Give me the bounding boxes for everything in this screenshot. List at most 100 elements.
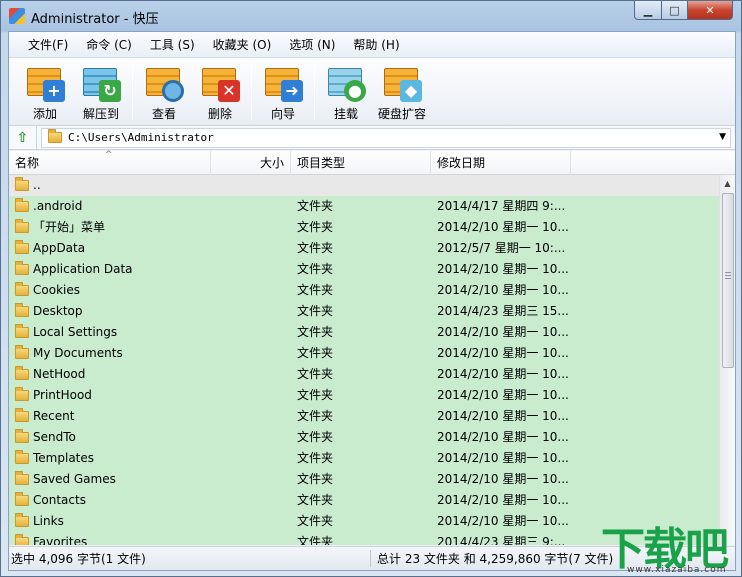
mount-icon: ● [326, 62, 366, 102]
folder-icon [15, 366, 29, 380]
arrow-right-icon: ➜ [263, 62, 303, 102]
row-type: 文件夹 [297, 451, 334, 465]
row-type: 文件夹 [297, 535, 334, 545]
folder-icon [15, 513, 29, 527]
row-date: 2012/5/7 星期一 10:... [437, 241, 566, 255]
row-type: 文件夹 [297, 262, 334, 276]
folder-icon [15, 240, 29, 254]
row-name: Contacts [33, 493, 86, 507]
row-date: 2014/2/10 星期一 10... [437, 283, 569, 297]
row-type: 文件夹 [297, 199, 334, 213]
menu-file[interactable]: 文件(F) [19, 32, 77, 58]
up-folder-button[interactable]: ⇧ [9, 125, 37, 150]
mount-label: 挂载 [333, 107, 358, 121]
mount-button[interactable]: ● 挂载 [318, 62, 374, 122]
row-size [211, 196, 291, 217]
row-name-cell: Templates [9, 448, 211, 469]
status-total: 总计 23 文件夹 和 4,259,860 字节(7 文件) [377, 552, 614, 566]
menu-favorites[interactable]: 收藏夹 (O) [204, 32, 281, 58]
minimize-button[interactable]: ▁ [634, 1, 662, 20]
scroll-thumb[interactable] [722, 193, 734, 368]
column-size[interactable]: 大小 [211, 151, 291, 175]
folder-icon [15, 261, 29, 275]
disk-expand-button[interactable]: ◆ 硬盘扩容 [374, 62, 430, 122]
address-path: C:\Users\Administrator [68, 131, 214, 144]
row-size [211, 469, 291, 490]
app-icon [9, 8, 25, 24]
wizard-button[interactable]: ➜ 向导 [255, 62, 311, 122]
chevron-down-icon[interactable]: ▼ [719, 132, 726, 142]
row-name-cell: Favorites [9, 532, 211, 545]
delete-icon: ✕ [200, 62, 240, 102]
row-name: Recent [33, 409, 75, 423]
view-button[interactable]: 查看 [136, 62, 192, 122]
folder-icon [15, 177, 29, 191]
row-size [211, 511, 291, 532]
address-bar: ⇧ C:\Users\Administrator ▼ [9, 125, 735, 150]
row-name: Saved Games [33, 472, 116, 486]
row-type [291, 175, 431, 196]
extract-button[interactable]: ↻ 解压到 [73, 62, 129, 122]
row-name-cell: NetHood [9, 364, 211, 385]
row-size [211, 406, 291, 427]
row-date: 2014/4/17 星期四 9:... [437, 199, 566, 213]
folder-icon [48, 129, 62, 143]
row-date: 2014/2/10 星期一 10... [437, 388, 569, 402]
status-selected: 选中 4,096 字节(1 文件) [9, 550, 371, 567]
delete-button[interactable]: ✕ 删除 [192, 62, 248, 122]
disk-expand-label: 硬盘扩容 [377, 107, 426, 121]
title-bar[interactable]: Administrator - 快压 ▁ □ ✕ [1, 1, 741, 31]
row-name-cell: Cookies [9, 280, 211, 301]
row-date: 2014/2/10 星期一 10... [437, 262, 569, 276]
row-size [211, 343, 291, 364]
extract-icon: ↻ [81, 62, 121, 102]
row-name-cell: SendTo [9, 427, 211, 448]
scroll-up-icon[interactable]: ▲ [720, 175, 735, 192]
menu-options[interactable]: 选项 (N) [280, 32, 344, 58]
row-date: 2014/2/10 星期一 10... [437, 514, 569, 528]
row-date: 2014/2/10 星期一 10... [437, 493, 569, 507]
menu-tools[interactable]: 工具 (S) [141, 32, 204, 58]
minimize-icon: ▁ [643, 3, 653, 17]
list-background [571, 196, 719, 545]
add-button[interactable]: + 添加 [17, 62, 73, 122]
row-type: 文件夹 [297, 367, 334, 381]
row-name-cell: Local Settings [9, 322, 211, 343]
row-name-cell: Saved Games [9, 469, 211, 490]
row-size [211, 448, 291, 469]
row-date: 2014/2/10 星期一 10... [437, 220, 569, 234]
row-name: Favorites [33, 535, 88, 545]
address-input[interactable]: C:\Users\Administrator ▼ [41, 127, 731, 148]
menu-bar: 文件(F) 命令 (C) 工具 (S) 收藏夹 (O) 选项 (N) 帮助 (H… [9, 32, 735, 58]
maximize-button[interactable]: □ [661, 1, 688, 20]
row-name: Links [33, 514, 64, 528]
row-size [211, 490, 291, 511]
row-name: My Documents [33, 346, 123, 360]
window-title: Administrator - 快压 [31, 12, 159, 27]
row-type: 文件夹 [297, 388, 334, 402]
folder-icon [15, 219, 29, 233]
row-type: 文件夹 [297, 493, 334, 507]
row-type: 文件夹 [297, 325, 334, 339]
column-type[interactable]: 项目类型 [291, 151, 431, 175]
up-arrow-icon: ⇧ [16, 129, 29, 146]
menu-command[interactable]: 命令 (C) [77, 32, 141, 58]
parent-folder-row[interactable]: .. [9, 175, 719, 196]
row-date: 2014/2/10 星期一 10... [437, 367, 569, 381]
menu-help[interactable]: 帮助 (H) [344, 32, 408, 58]
folder-icon [15, 534, 29, 545]
close-button[interactable]: ✕ [687, 1, 733, 20]
row-name: .android [33, 199, 83, 213]
column-name[interactable]: ^ 名称 [9, 150, 211, 175]
row-name-cell: Contacts [9, 490, 211, 511]
row-name-cell: Application Data [9, 259, 211, 280]
vertical-scrollbar[interactable]: ▲ [719, 175, 735, 545]
row-name-cell: .android [9, 196, 211, 217]
folder-icon [15, 345, 29, 359]
row-size [211, 301, 291, 322]
folder-icon [15, 471, 29, 485]
disk-expand-icon: ◆ [382, 62, 422, 102]
column-date[interactable]: 修改日期 [431, 151, 571, 175]
row-type: 文件夹 [297, 283, 334, 297]
row-name: Templates [33, 451, 95, 465]
